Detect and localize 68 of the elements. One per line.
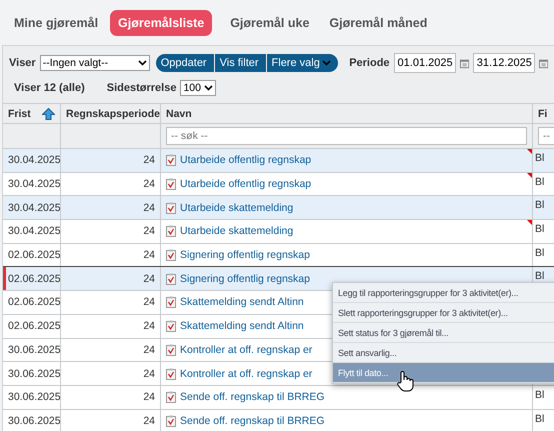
task-link[interactable]: Utarbeide offentlig regnskap [180,178,312,190]
from-date-field[interactable]: 01.01.2025 [394,53,456,73]
to-date-field[interactable]: 31.12.2025 [472,53,535,73]
table-cell: Bl [535,223,544,236]
tab[interactable]: Gjøremål uke [222,10,318,36]
search-field[interactable]: -- [538,127,554,145]
date-cell: 30.06.2025 [8,414,60,427]
toolbar-button[interactable]: Flere valg [266,54,338,72]
menu-item[interactable]: Sett status for 3 gjøremål til... [333,323,554,343]
page-size-select[interactable]: 100 [180,80,216,96]
task-link[interactable]: Sende off. regnskap til BRREG [180,391,325,404]
task-link[interactable]: Skattemelding sendt Altinn [180,320,304,332]
date-cell: 30.04.2025 [8,225,60,238]
column-header[interactable]: Regnskapsperiode [66,108,160,120]
period-cell: 24 [143,272,155,285]
period-cell: 24 [143,296,155,308]
period-cell: 24 [143,202,155,214]
task-link[interactable]: Skattemelding sendt Altinn [180,296,304,308]
period-cell: 24 [143,320,155,332]
task-link[interactable]: Utarbeide skattemelding [180,225,294,238]
table-cell: Bl [535,176,544,188]
viser-label: Viser [9,57,36,69]
period-cell: 24 [143,391,155,404]
date-cell: 02.06.2025 [8,296,60,308]
toolbar-button[interactable]: Oppdater [156,54,214,72]
tab[interactable]: Gjøremål måned [321,10,436,36]
tab[interactable]: Mine gjøremål [6,10,106,36]
task-link[interactable]: Utarbeide skattemelding [180,202,294,214]
period-cell: 24 [143,178,155,190]
date-cell: 02.06.2025 [8,272,60,285]
date-cell: 02.06.2025 [8,320,60,332]
toolbar-button[interactable]: Vis filter [214,54,266,72]
date-cell: 30.06.2025 [8,368,60,380]
search-field[interactable]: -- søk -- [166,127,527,145]
column-header[interactable]: Frist [8,108,31,120]
table-cell: Bl [535,152,544,164]
periode-label: Periode [349,57,390,69]
task-link[interactable]: Sende off. regnskap til BRREG [180,414,325,427]
date-cell: 30.04.2025 [8,178,60,190]
column-header[interactable]: Navn [166,108,192,120]
table-cell: Bl [535,246,544,259]
menu-item[interactable]: Legg til rapporteringsgrupper for 3 aktivitet(er)... [333,283,554,303]
row-count: Viser 12 (alle) [14,82,85,94]
tab[interactable]: Gjøremålsliste [110,10,212,36]
date-cell: 30.06.2025 [8,344,60,356]
task-link[interactable]: Kontroller at off. regnskap er [180,344,312,356]
period-cell: 24 [143,344,155,356]
period-cell: 24 [143,368,155,380]
date-cell: 30.06.2025 [8,391,60,404]
viser-select[interactable]: --Ingen valgt-- [40,55,150,71]
column-header[interactable]: Fi [538,108,548,120]
menu-item[interactable]: Slett rapporteringsgrupper for 3 aktivitet(er)... [333,303,554,323]
table-cell: Bl [535,388,544,401]
period-cell: 24 [143,154,155,166]
page-size-label: Sidestørrelse [106,82,176,94]
date-cell: 02.06.2025 [8,249,60,262]
date-cell: 30.04.2025 [8,154,60,166]
task-link[interactable]: Kontroller at off. regnskap er [180,368,312,380]
date-cell: 30.04.2025 [8,202,60,214]
table-cell: Bl [535,199,544,212]
task-link[interactable]: Utarbeide offentlig regnskap [180,154,312,166]
table-cell: Bl [535,412,544,425]
task-link[interactable]: Signering offentlig regnskap [180,272,310,285]
table-cell: Bl [535,270,544,282]
task-link[interactable]: Signering offentlig regnskap [180,249,310,262]
period-cell: 24 [143,414,155,427]
period-cell: 24 [143,225,155,238]
period-cell: 24 [143,249,155,262]
